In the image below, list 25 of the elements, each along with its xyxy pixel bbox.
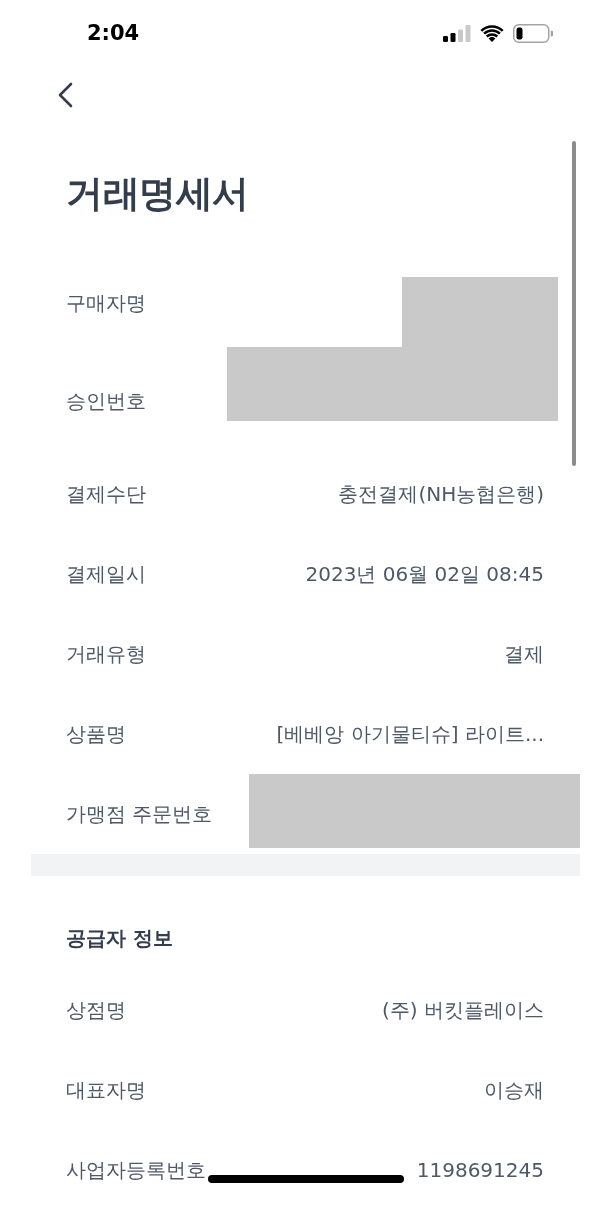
field-label: 결제수단 <box>66 481 146 508</box>
field-label: 사업자등록번호 <box>66 1157 206 1184</box>
field-label: 결제일시 <box>66 561 146 588</box>
field-label: 상점명 <box>66 997 126 1024</box>
back-button[interactable] <box>57 82 73 108</box>
field-value: [베베앙 아기물티슈] 라이트... <box>276 721 544 748</box>
page-title: 거래명세서 <box>66 172 249 216</box>
field-value: 이승재 <box>484 1077 544 1104</box>
field-label: 대표자명 <box>66 1077 146 1104</box>
field-label: 상품명 <box>66 721 126 748</box>
back-icon <box>57 82 73 108</box>
signal-icon <box>443 24 471 42</box>
field-value: 충전결제(NH농협은행) <box>338 481 544 508</box>
section-heading: 공급자 정보 <box>66 925 173 952</box>
status-time: 2:04 <box>87 20 140 46</box>
field-value: (주) 버킷플레이스 <box>382 997 544 1024</box>
field-value: 1198691245 <box>416 1157 544 1184</box>
field-value: 2023년 06월 02일 08:45 <box>305 561 544 588</box>
wifi-icon <box>480 24 504 42</box>
field-label: 구매자명 <box>66 289 146 317</box>
field-label: 가맹점 주문번호 <box>66 801 213 828</box>
field-label: 거래유형 <box>66 641 146 668</box>
field-label: 승인번호 <box>66 387 146 415</box>
battery-icon <box>513 23 553 43</box>
field-value: 결제 <box>504 641 544 668</box>
